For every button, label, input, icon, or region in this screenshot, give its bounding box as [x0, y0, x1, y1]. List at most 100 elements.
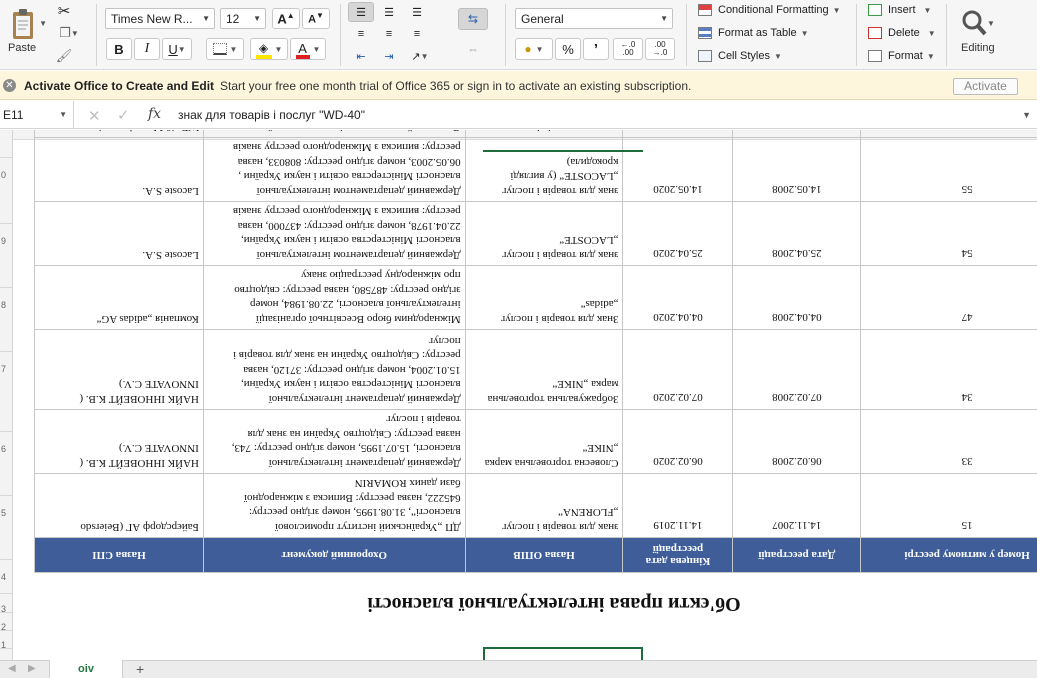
add-sheet-button[interactable]: +: [136, 661, 144, 677]
currency-button[interactable]: ● ▼: [515, 38, 553, 60]
comma-style-button[interactable]: ’: [583, 38, 609, 60]
table-cell[interactable]: знак для товарів і послуг „FLORENA“: [465, 473, 623, 538]
delete-button[interactable]: Delete ▼: [868, 27, 936, 39]
row-number[interactable]: 6: [0, 444, 12, 454]
format-painter-button[interactable]: 🖌: [54, 47, 74, 65]
table-cell[interactable]: 25.04.2020: [622, 201, 733, 266]
number-format-dropdown[interactable]: General ▼: [515, 8, 673, 29]
table-cell[interactable]: 21.05.2020: [622, 130, 733, 138]
align-left-button[interactable]: ≡: [348, 24, 374, 44]
borders-button[interactable]: ▼: [206, 38, 244, 60]
table-cell[interactable]: Державний департамент інтелектуальної: [203, 130, 466, 138]
table-cell[interactable]: НАЙК ІННОВЕЙТ К.В. (INNOVATE C.V.): [34, 409, 204, 474]
activate-button[interactable]: Activate: [953, 78, 1018, 95]
increase-indent-button[interactable]: ⇥: [376, 46, 402, 66]
increase-decimal-button[interactable]: ←.0.00: [613, 38, 643, 60]
table-cell[interactable]: Державний департаментом інтелектуальної в…: [203, 137, 466, 202]
table-cell[interactable]: Зображувальна торговельна марка „NIKE“: [465, 329, 623, 410]
header-cell[interactable]: Кінцева дата реєстрації: [622, 537, 733, 573]
row-number[interactable]: 0: [0, 170, 12, 180]
bold-button[interactable]: B: [106, 38, 132, 60]
table-cell[interactable]: знак для товарів і послуг „LACOSTE“: [465, 201, 623, 266]
table-cell[interactable]: 06.02.2008: [732, 409, 861, 474]
merge-center-button[interactable]: ⇔: [458, 38, 488, 60]
header-cell[interactable]: Назва СПІ: [34, 537, 204, 573]
paste-button[interactable]: ▼: [4, 4, 47, 44]
table-cell[interactable]: 04.04.2020: [622, 265, 733, 330]
row-number[interactable]: 7: [0, 364, 12, 374]
conditional-formatting-button[interactable]: Conditional Formatting ▼: [698, 4, 841, 16]
table-cell[interactable]: НАЙК ІННОВЕЙТ К.В. (INNOVATE C.V.): [34, 329, 204, 410]
align-middle-button[interactable]: ☰: [376, 2, 402, 22]
table-cell[interactable]: 55: [860, 137, 1037, 202]
underline-button[interactable]: U ▼: [162, 38, 192, 60]
expand-formula-bar-icon[interactable]: ▼: [1022, 110, 1031, 120]
header-cell[interactable]: Дата реєстрації: [732, 537, 861, 573]
cut-button[interactable]: ✂: [54, 2, 74, 20]
table-cell[interactable]: 34: [860, 329, 1037, 410]
copy-button[interactable]: ❐ ▼: [54, 24, 84, 42]
table-cell[interactable]: Словесна торговельна марка „NIKE“: [465, 409, 623, 474]
close-icon[interactable]: ✕: [3, 79, 16, 92]
insert-function-button[interactable]: fx: [148, 106, 161, 122]
row-number[interactable]: 5: [0, 508, 12, 518]
table-cell[interactable]: 33: [860, 409, 1037, 474]
worksheet[interactable]: 0987654321 Номер у митному реєстрі Дата р…: [0, 130, 1037, 660]
table-cell[interactable]: Державний департамент інтелектуальної вла…: [203, 329, 466, 410]
italic-button[interactable]: I: [134, 38, 160, 60]
font-color-button[interactable]: A ▼: [290, 38, 326, 60]
orientation-button[interactable]: ↗ ▼: [404, 46, 436, 66]
next-sheet-icon[interactable]: ▶: [28, 663, 36, 674]
font-name-dropdown[interactable]: Times New R... ▼: [105, 8, 215, 29]
formula-input[interactable]: знак для товарів і послуг "WD-40": [178, 108, 365, 122]
table-cell[interactable]: знак для товарів і послуг: [465, 130, 623, 138]
table-cell[interactable]: знак для товарів і послуг „LACOSTE“ (у ви…: [465, 137, 623, 202]
table-cell[interactable]: Міжнародним бюро Всесвітньої організації…: [203, 265, 466, 330]
cell-styles-button[interactable]: Cell Styles ▼: [698, 50, 782, 62]
table-cell[interactable]: 14.11.2019: [622, 473, 733, 538]
table-cell[interactable]: 59: [860, 130, 1037, 138]
row-number[interactable]: 4: [0, 572, 12, 582]
wrap-text-button[interactable]: ⇆: [458, 8, 488, 30]
percent-button[interactable]: %: [555, 38, 581, 60]
font-size-dropdown[interactable]: 12 ▼: [220, 8, 266, 29]
table-cell[interactable]: Знак для товарів і послуг „adidas“: [465, 265, 623, 330]
table-cell[interactable]: 25.04.2008: [732, 201, 861, 266]
previous-sheet-icon[interactable]: ◀: [8, 663, 16, 674]
table-cell[interactable]: WD-40 Манюфекчерінг: [34, 130, 204, 138]
increase-font-size-button[interactable]: A▲: [272, 8, 300, 29]
header-cell[interactable]: Охоронний документ: [203, 537, 466, 573]
table-cell[interactable]: 14.11.2007: [732, 473, 861, 538]
table-cell[interactable]: 54: [860, 201, 1037, 266]
editing-button[interactable]: ▼: [956, 4, 1000, 42]
table-cell[interactable]: 15: [860, 473, 1037, 538]
decrease-decimal-button[interactable]: .00 →.0: [645, 38, 675, 60]
sheet-tab-oiv[interactable]: oiv: [49, 660, 123, 678]
table-cell[interactable]: Компанія „adidas AG“: [34, 265, 204, 330]
table-cell[interactable]: 47: [860, 265, 1037, 330]
cell-grid[interactable]: Номер у митному реєстрі Дата реєстрації Кі…: [14, 130, 1037, 660]
table-cell[interactable]: Державний департаментом інтелектуальної в…: [203, 201, 466, 266]
align-center-button[interactable]: ≡: [376, 24, 402, 44]
table-cell[interactable]: Lacoste S.A.: [34, 137, 204, 202]
table-cell[interactable]: Байєрсдорф АГ (Beiersdo: [34, 473, 204, 538]
header-cell[interactable]: Номер у митному реєстрі: [860, 537, 1037, 573]
table-cell[interactable]: 14.05.2008: [732, 137, 861, 202]
table-cell[interactable]: Lacoste S.A.: [34, 201, 204, 266]
align-bottom-button[interactable]: ☰: [404, 2, 430, 22]
table-cell[interactable]: Державний департамент інтелектуальної вла…: [203, 409, 466, 474]
decrease-font-size-button[interactable]: A▼: [302, 8, 330, 29]
format-button[interactable]: Format ▼: [868, 50, 935, 62]
row-number[interactable]: 8: [0, 300, 12, 310]
row-number[interactable]: 9: [0, 236, 12, 246]
row-number[interactable]: 2: [0, 622, 12, 632]
row-number[interactable]: 3: [0, 604, 12, 614]
align-right-button[interactable]: ≡: [404, 24, 430, 44]
fill-color-button[interactable]: ◈ ▼: [250, 38, 288, 60]
table-cell[interactable]: 06.02.2020: [622, 409, 733, 474]
decrease-indent-button[interactable]: ⇤: [348, 46, 374, 66]
name-box[interactable]: E11 ▼: [0, 101, 74, 129]
format-as-table-button[interactable]: Format as Table ▼: [698, 27, 809, 39]
table-cell[interactable]: 21.05.2008: [732, 130, 861, 138]
table-cell[interactable]: ДП „Український інститут промислової влас…: [203, 473, 466, 538]
